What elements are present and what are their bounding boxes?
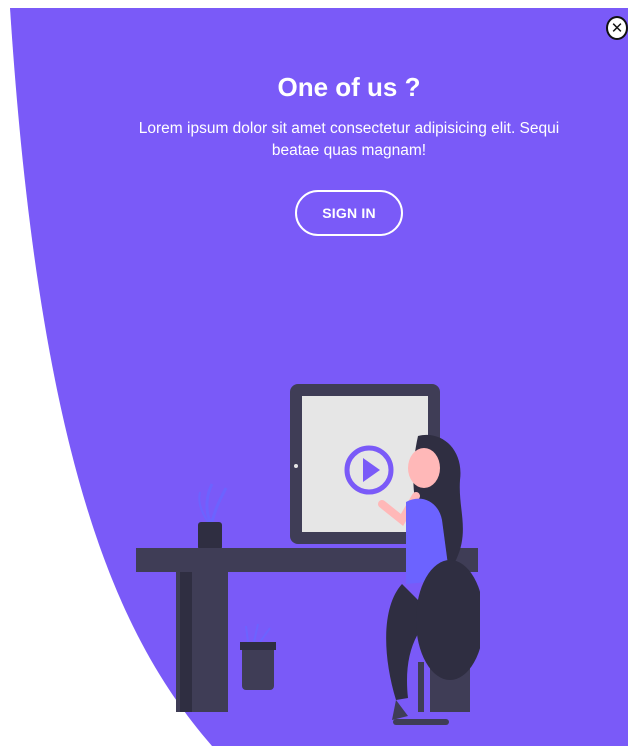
trash-bin-icon	[240, 623, 276, 690]
workspace-illustration	[136, 384, 480, 725]
panel-content: One of us ? Lorem ipsum dolor sit amet c…	[120, 70, 578, 236]
sign-in-button[interactable]: SIGN IN	[295, 190, 403, 236]
close-button[interactable]: ✕	[606, 16, 628, 40]
signup-overlay: ✕ One of us ? Lorem ipsum dolor sit amet…	[0, 0, 628, 746]
plant-icon	[198, 483, 228, 550]
panel-text: Lorem ipsum dolor sit amet consectetur a…	[138, 120, 560, 159]
panel-title: One of us ?	[277, 72, 421, 102]
close-icon: ✕	[610, 18, 624, 37]
